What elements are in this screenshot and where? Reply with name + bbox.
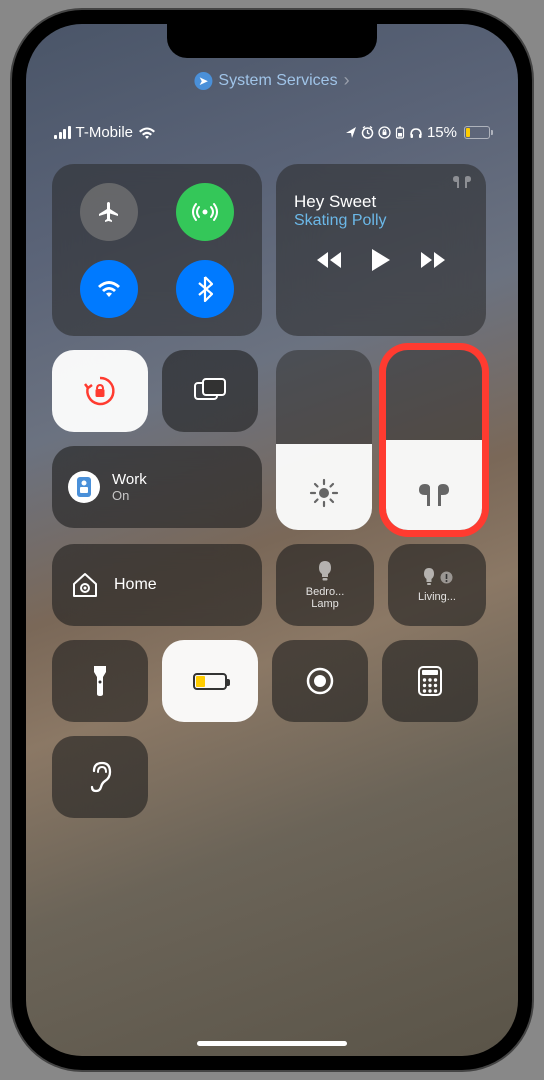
status-bar: T-Mobile 15% [26,124,518,141]
screen-record-button[interactable] [272,640,368,722]
location-banner[interactable]: ➤ System Services › [194,70,349,91]
alarm-icon [361,126,374,139]
room1-sub: Lamp [306,598,345,610]
battery-icon [464,126,490,139]
media-tile[interactable]: Hey Sweet Skating Polly [276,164,486,336]
media-controls [294,248,468,272]
calculator-button[interactable] [382,640,478,722]
living-room-tile[interactable]: Living... [388,544,486,626]
brightness-slider[interactable] [276,350,372,530]
bulb-icon [421,567,437,587]
low-power-button[interactable] [162,640,258,722]
location-status-icon [346,127,357,138]
bluetooth-icon [197,276,213,302]
bulb-icon [316,560,334,582]
ear-icon [88,761,112,793]
play-button[interactable] [370,248,392,272]
flashlight-icon [91,664,109,698]
banner-text: System Services [218,72,337,90]
home-label: Home [114,576,157,594]
bedroom-lamp-tile[interactable]: Bedro... Lamp [276,544,374,626]
wifi-button[interactable] [80,260,138,318]
low-power-icon [193,673,227,690]
rewind-button[interactable] [315,250,343,270]
hearing-button[interactable] [52,736,148,818]
room1-label: Bedro... [306,586,345,598]
screen-mirroring-icon [193,377,227,405]
battery-status-icon [395,126,405,139]
airpods-indicator-icon [452,174,472,190]
home-indicator[interactable] [197,1041,347,1046]
room2-label: Living... [418,591,456,603]
media-artist: Skating Polly [294,212,468,230]
control-center-screen: ➤ System Services › T-Mobile 15% [26,24,518,1056]
cellular-data-button[interactable] [176,183,234,241]
status-right: 15% [346,124,490,141]
location-arrow-icon: ➤ [194,72,212,90]
record-icon [305,666,335,696]
screen-mirroring-button[interactable] [162,350,258,432]
phone-frame: ➤ System Services › T-Mobile 15% [12,10,532,1070]
media-title: Hey Sweet [294,192,468,212]
focus-work-icon [68,471,100,503]
antenna-icon [192,199,218,225]
headphones-status-icon [409,126,423,140]
status-left: T-Mobile [54,124,156,141]
focus-status: On [112,488,147,503]
rotation-lock-icon [83,374,117,408]
home-tile[interactable]: Home [52,544,262,626]
bluetooth-button[interactable] [176,260,234,318]
controls-grid: Hey Sweet Skating Polly Work On [52,164,492,818]
alert-icon [440,571,453,584]
carrier-label: T-Mobile [76,124,134,141]
chevron-right-icon: › [344,70,350,91]
airplane-icon [97,200,121,224]
focus-label: Work [112,471,147,488]
battery-pct: 15% [427,124,457,141]
forward-button[interactable] [419,250,447,270]
brightness-icon [276,478,372,508]
airpods-volume-icon [386,482,482,508]
focus-tile[interactable]: Work On [52,446,262,528]
wifi-icon [138,126,156,140]
airplane-mode-button[interactable] [80,183,138,241]
wifi-icon [96,279,122,299]
flashlight-button[interactable] [52,640,148,722]
connectivity-tile[interactable] [52,164,262,336]
notch [167,24,377,58]
volume-slider[interactable] [386,350,482,530]
rotation-lock-button[interactable] [52,350,148,432]
rotation-lock-status-icon [378,126,391,139]
home-icon [70,570,100,600]
calculator-icon [418,666,442,696]
signal-icon [54,127,71,139]
